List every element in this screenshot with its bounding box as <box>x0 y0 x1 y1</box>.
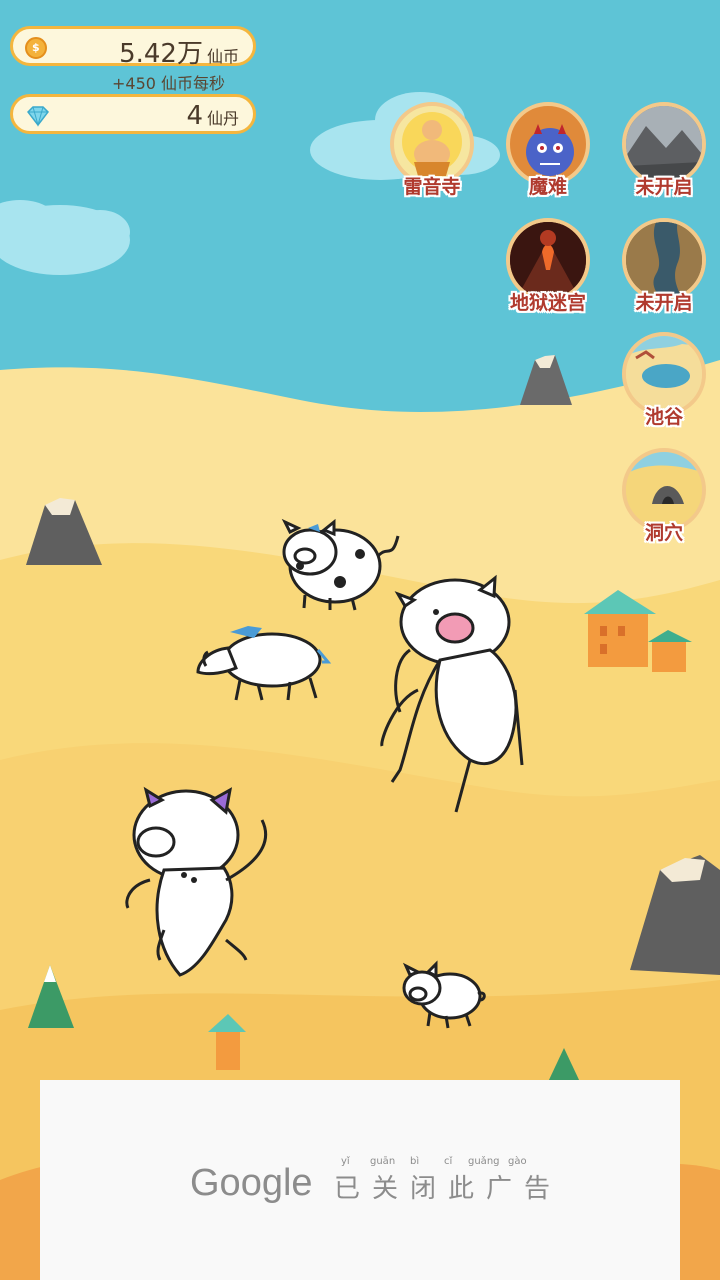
pinyin-guan: guān <box>370 1156 396 1167</box>
map-label: 地狱迷宫 <box>509 292 586 314</box>
map-label: 未开启 <box>635 176 693 198</box>
coin-balance: 5.42万 仙币 <box>119 33 239 70</box>
ad-banner[interactable]: Google yǐ guān bì cǐ guǎng gào 已关闭此广告 <box>40 1080 680 1280</box>
map-button-chigu[interactable]: 池谷 <box>622 332 706 432</box>
map-button-hell-maze[interactable]: 地狱迷宫 <box>506 218 590 318</box>
map-label: 魔难 <box>528 176 567 198</box>
pinyin-gao: gào <box>508 1156 527 1167</box>
map-button-cave[interactable]: 洞穴 <box>622 448 706 548</box>
gem-value: 4 <box>186 101 203 131</box>
pinyin-guang: guǎng <box>468 1156 500 1167</box>
diamond-icon <box>27 106 49 127</box>
gem-balance-bar: 4 仙丹 <box>10 94 256 134</box>
map-label: 未开启 <box>635 292 693 314</box>
map-button-locked-2[interactable]: 未开启 <box>622 218 706 318</box>
pinyin-yi: yǐ <box>341 1156 350 1167</box>
income-rate: +450 仙币每秒 <box>112 74 226 93</box>
gem-unit: 仙丹 <box>206 109 239 128</box>
coin-value: 5.42万 <box>119 39 203 69</box>
coin-icon: $ <box>25 37 47 59</box>
map-label: 池谷 <box>644 406 683 428</box>
coin-balance-bar: $ 5.42万 仙币 <box>10 26 256 69</box>
coin-unit: 仙币 <box>206 47 239 66</box>
gem-balance: 4 仙丹 <box>186 101 239 131</box>
map-button-locked-1[interactable]: 未开启 <box>622 102 706 202</box>
map-button-monan[interactable]: 魔难 <box>506 102 590 202</box>
map-label: 雷音寺 <box>403 176 461 198</box>
pinyin-bi: bì <box>410 1156 420 1167</box>
map-label: 洞穴 <box>644 522 683 544</box>
map-button-leiyin-temple[interactable]: 雷音寺 <box>390 102 474 202</box>
ad-closed-text: 已关闭此广告 <box>334 1174 563 1204</box>
ad-brand: Google <box>190 1162 313 1204</box>
pinyin-ci: cǐ <box>444 1156 453 1167</box>
